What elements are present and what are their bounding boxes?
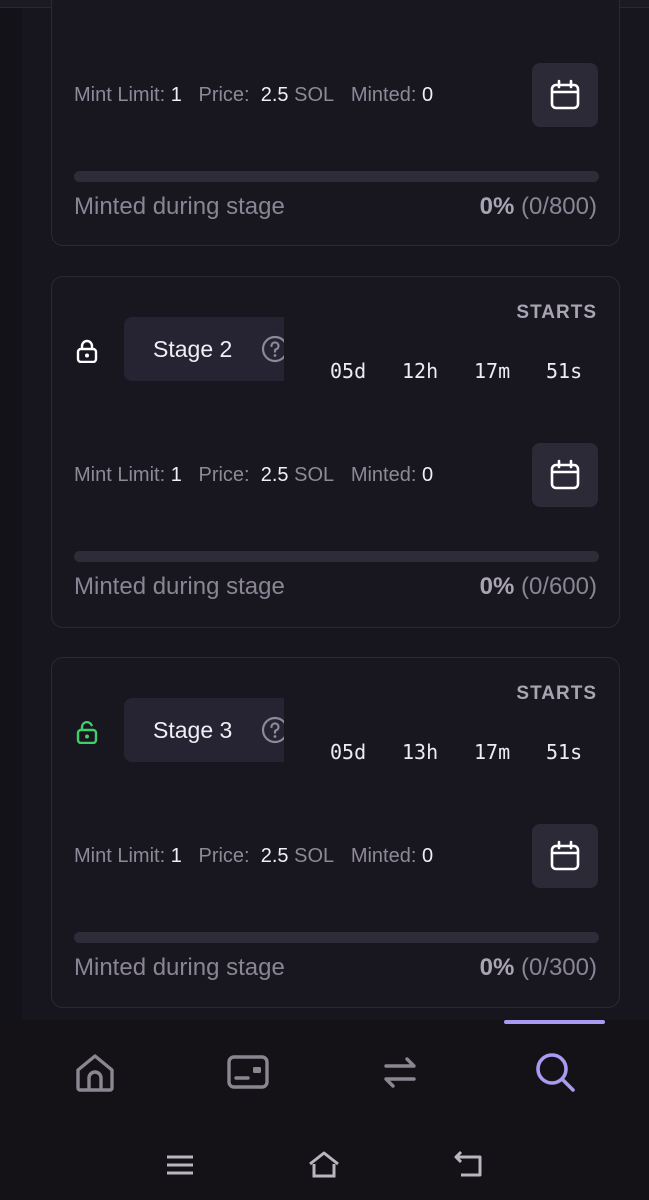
calendar-icon — [550, 459, 580, 490]
currency-label: SOL — [294, 464, 335, 486]
stage-card-3: Stage 3 STARTS 05d 13h 17m 51s Mint Limi… — [51, 657, 620, 1008]
unlock-icon — [76, 721, 98, 744]
calendar-button[interactable] — [532, 824, 598, 888]
mint-limit-label: Mint Limit: — [74, 84, 166, 106]
minted-count: (0/600) — [520, 573, 597, 600]
minted-value: 0 — [421, 84, 434, 106]
minted-label: Minted: — [350, 84, 417, 106]
countdown-minutes: 17m — [474, 740, 511, 764]
mint-limit-value: 1 — [170, 464, 182, 486]
minted-during-stage-value: 0% (0/300) — [480, 954, 597, 982]
system-navigation-bar — [0, 1130, 649, 1200]
starts-label: STARTS — [516, 683, 597, 704]
lock-icon — [76, 339, 98, 363]
stage-progress-bar — [74, 171, 599, 182]
minted-during-stage-value: 0% (0/800) — [480, 193, 597, 221]
system-home-icon[interactable] — [307, 1148, 341, 1182]
calendar-button[interactable] — [532, 63, 598, 127]
bottom-navigation — [0, 1020, 649, 1130]
stage-info-row: Mint Limit: 1 Price: 2.5 SOL Minted: 0 — [74, 845, 433, 868]
stage-progress-bar — [74, 932, 599, 943]
wallet-icon[interactable] — [226, 1050, 270, 1094]
search-icon[interactable] — [533, 1050, 577, 1094]
price-label: Price: — [198, 84, 250, 106]
currency-label: SOL — [294, 84, 335, 106]
back-icon[interactable] — [452, 1148, 486, 1182]
calendar-icon — [550, 840, 580, 871]
stage-name: Stage 3 — [153, 717, 233, 743]
currency-label: SOL — [294, 845, 335, 867]
countdown-seconds: 51s — [546, 740, 583, 764]
minted-during-stage-label: Minted during stage — [74, 954, 285, 981]
mint-limit-value: 1 — [170, 845, 182, 867]
stage-3-button[interactable]: Stage 3 — [124, 698, 284, 762]
stage-name: Stage 2 — [153, 336, 233, 362]
countdown-days: 05d — [330, 740, 367, 764]
minted-percent: 0% — [479, 573, 515, 600]
minted-percent: 0% — [479, 193, 515, 220]
mint-limit-label: Mint Limit: — [74, 464, 166, 486]
minted-value: 0 — [421, 464, 434, 486]
price-label: Price: — [198, 464, 250, 486]
home-icon[interactable] — [73, 1050, 117, 1094]
stage-info-row: Mint Limit: 1 Price: 2.5 SOL Minted: 0 — [74, 464, 433, 487]
minted-label: Minted: — [350, 845, 417, 867]
swap-icon[interactable] — [378, 1050, 422, 1094]
minted-during-stage-value: 0% (0/600) — [480, 573, 597, 601]
starts-label: STARTS — [516, 302, 597, 323]
price-value: 2.5 — [260, 845, 289, 867]
minted-during-stage-label: Minted during stage — [74, 193, 285, 220]
stage-2-button[interactable]: Stage 2 — [124, 317, 284, 381]
stage-card-1: Mint Limit: 1 Price: 2.5 SOL Minted: 0 M… — [51, 0, 620, 246]
countdown-seconds: 51s — [546, 359, 583, 383]
minted-value: 0 — [421, 845, 434, 867]
left-edge-shade — [0, 0, 22, 1020]
minted-count: (0/800) — [520, 193, 597, 220]
mint-limit-value: 1 — [170, 84, 182, 106]
price-label: Price: — [198, 845, 250, 867]
countdown-minutes: 17m — [474, 359, 511, 383]
price-value: 2.5 — [260, 464, 289, 486]
countdown-hours: 13h — [402, 740, 439, 764]
stage-card-2: Stage 2 STARTS 05d 12h 17m 51s Mint Limi… — [51, 276, 620, 628]
active-tab-indicator — [504, 1020, 605, 1024]
mint-limit-label: Mint Limit: — [74, 845, 166, 867]
price-value: 2.5 — [260, 84, 289, 106]
stage-progress-bar — [74, 551, 599, 562]
help-icon[interactable] — [261, 335, 284, 363]
stage-info-row: Mint Limit: 1 Price: 2.5 SOL Minted: 0 — [74, 84, 433, 107]
minted-count: (0/300) — [520, 954, 597, 981]
minted-percent: 0% — [479, 954, 515, 981]
calendar-icon — [550, 79, 580, 110]
minted-during-stage-label: Minted during stage — [74, 573, 285, 600]
countdown-hours: 12h — [402, 359, 439, 383]
help-icon[interactable] — [261, 716, 284, 744]
minted-label: Minted: — [350, 464, 417, 486]
countdown-days: 05d — [330, 359, 367, 383]
calendar-button[interactable] — [532, 443, 598, 507]
menu-icon[interactable] — [163, 1148, 197, 1182]
